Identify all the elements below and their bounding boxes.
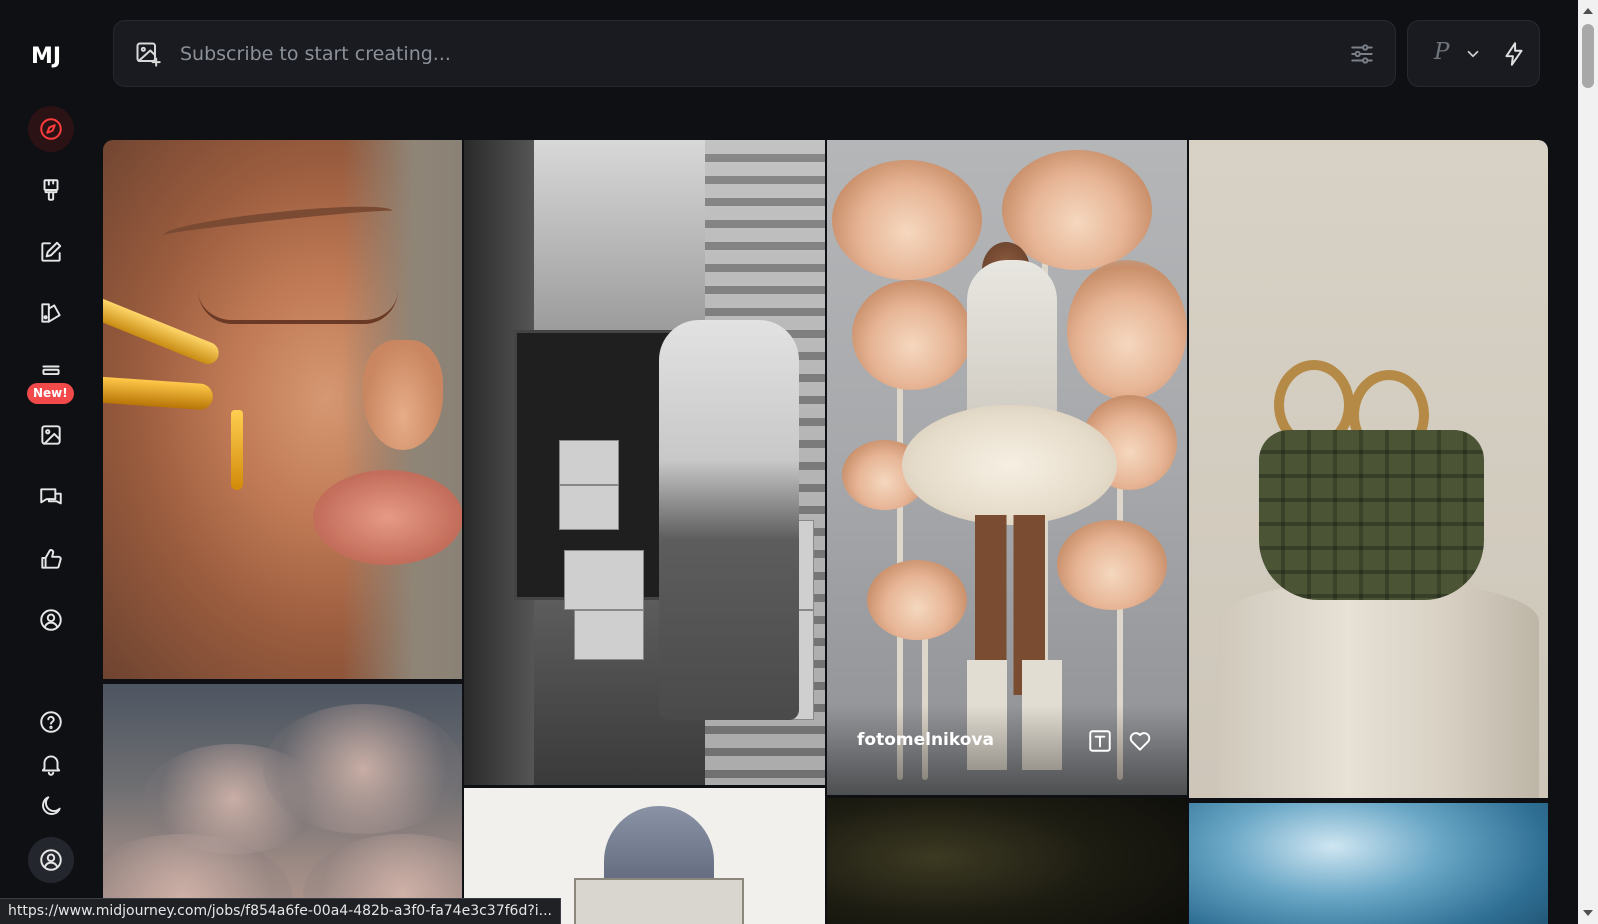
heart-icon[interactable] — [1127, 728, 1153, 754]
settings-sliders-icon[interactable] — [1349, 41, 1375, 67]
logo[interactable]: MJ — [31, 44, 71, 69]
nav-edit[interactable] — [28, 229, 74, 275]
gallery-image-face[interactable] — [103, 140, 462, 679]
nav-help[interactable] — [28, 699, 74, 745]
nav-create[interactable] — [28, 167, 74, 213]
chat-icon — [40, 488, 62, 505]
edit-icon — [41, 241, 62, 262]
gallery-image-ocean[interactable] — [1189, 803, 1548, 924]
image-author[interactable]: fotomelnikova — [857, 730, 994, 750]
nav-account[interactable] — [28, 837, 74, 883]
scroll-thumb[interactable] — [1582, 24, 1594, 88]
prompt-bar — [113, 20, 1396, 87]
image-icon — [41, 425, 61, 445]
user-circle-icon — [40, 609, 62, 631]
help-icon — [40, 711, 62, 733]
mode-selector: P — [1407, 20, 1540, 87]
nav-notifications[interactable] — [28, 741, 74, 787]
gallery-image-flower-fashion[interactable]: fotomelnikova — [827, 140, 1187, 795]
bell-icon — [41, 755, 61, 776]
add-image-icon[interactable] — [134, 40, 162, 68]
nav-profile[interactable] — [28, 597, 74, 643]
compass-icon — [40, 118, 62, 140]
personalization-label[interactable]: P — [1434, 39, 1449, 65]
paintbrush-icon — [43, 179, 59, 201]
nav-explore[interactable] — [28, 106, 74, 152]
app-root: MJ New! Subscribe to start creating... P… — [0, 0, 1598, 924]
text-prompt-icon[interactable] — [1087, 728, 1113, 754]
nav-theme[interactable] — [28, 783, 74, 829]
gallery-image-bag[interactable] — [1189, 140, 1548, 798]
chevron-down-icon[interactable] — [1464, 45, 1482, 63]
nav-organize[interactable] — [28, 412, 74, 458]
nav-tasks[interactable] — [28, 536, 74, 582]
moon-icon — [42, 796, 61, 815]
prompt-input[interactable] — [180, 39, 1280, 69]
new-badge: New! — [27, 383, 74, 404]
account-icon — [40, 849, 62, 871]
nav-chat[interactable] — [28, 475, 74, 521]
thumbs-up-icon — [41, 549, 62, 569]
page-scrollbar[interactable] — [1578, 0, 1598, 924]
sidebar: MJ New! — [0, 0, 100, 924]
lightning-icon[interactable] — [1501, 41, 1527, 67]
status-bar-url: https://www.midjourney.com/jobs/f854a6fe… — [0, 898, 562, 924]
palette-book-icon — [41, 303, 61, 323]
nav-personalize[interactable] — [28, 290, 74, 336]
gallery-image-clouds[interactable] — [103, 684, 462, 924]
image-gallery: fotomelnikova — [103, 140, 1548, 924]
gallery-image-dark-trees[interactable] — [827, 798, 1187, 924]
scroll-down-arrow-icon[interactable] — [1583, 910, 1593, 916]
gallery-image-street[interactable] — [464, 140, 825, 785]
scroll-up-arrow-icon[interactable] — [1583, 8, 1593, 14]
